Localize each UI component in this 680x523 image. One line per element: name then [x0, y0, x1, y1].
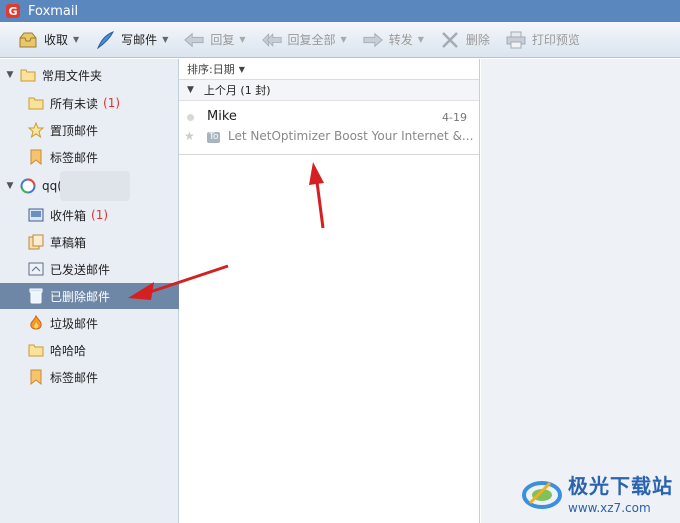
- folder-icon: [28, 342, 44, 358]
- star-icon: [28, 122, 44, 138]
- sidebar-item-inbox[interactable]: 收件箱 (1): [0, 202, 179, 228]
- forward-dropdown-icon[interactable]: ▼: [418, 35, 424, 44]
- reply-button[interactable]: 回复 ▼: [178, 26, 251, 54]
- folder-icon: [28, 95, 44, 111]
- sidebar-item-label: 收件箱: [50, 208, 87, 223]
- watermark-text: 极光下载站: [568, 474, 673, 498]
- delete-x-icon: [440, 31, 460, 49]
- printer-icon: [506, 31, 526, 49]
- mail-sender: Mike: [207, 109, 237, 124]
- unread-count-badge: (1): [103, 96, 121, 110]
- group-label: 上个月 (1 封): [203, 84, 271, 97]
- sidebar-item-spam[interactable]: 垃圾邮件: [0, 310, 179, 336]
- sidebar-item-label: 已发送邮件: [50, 262, 111, 277]
- common-folder-group[interactable]: ▼ 常用文件夹: [0, 62, 179, 88]
- title-bar: G Foxmail: [0, 0, 680, 22]
- bookmark-icon: [28, 149, 44, 165]
- feather-pen-icon: [95, 30, 115, 49]
- common-folder-label: 常用文件夹: [42, 68, 103, 83]
- compose-button[interactable]: 写邮件 ▼: [89, 26, 174, 54]
- trash-can-icon: [28, 288, 44, 304]
- collapse-triangle-icon[interactable]: ▼: [4, 181, 16, 191]
- watermark-url: www.xz7.com: [568, 501, 651, 515]
- folder-icon: [20, 67, 36, 83]
- toolbar: 收取 ▼ 写邮件 ▼ 回复 ▼ 回复全部 ▼ 转发 ▼ 删除 打印预览: [0, 22, 680, 58]
- reply-arrow-icon: [184, 31, 204, 49]
- read-status-dot-icon[interactable]: [187, 114, 194, 121]
- sort-dropdown[interactable]: 排序:日期 ▼: [179, 59, 479, 80]
- reply-all-arrow-icon: [261, 31, 282, 49]
- sidebar-item-hahaha[interactable]: 哈哈哈: [0, 337, 179, 363]
- sidebar-item-label: 哈哈哈: [50, 343, 87, 358]
- sidebar-item-label: 置顶邮件: [50, 123, 99, 138]
- reply-dropdown-icon[interactable]: ▼: [239, 35, 245, 44]
- sidebar-item-label: 标签邮件: [50, 150, 99, 165]
- preview-pane: [481, 59, 680, 523]
- receive-dropdown-icon[interactable]: ▼: [73, 35, 79, 44]
- reply-label: 回复: [210, 33, 235, 47]
- drafts-icon: [28, 234, 44, 250]
- compose-dropdown-icon[interactable]: ▼: [162, 35, 168, 44]
- forward-button[interactable]: 转发 ▼: [357, 26, 430, 54]
- sidebar-item-pinned[interactable]: 置顶邮件: [0, 117, 179, 143]
- qq-account-icon: [20, 178, 36, 194]
- star-icon[interactable]: ★: [184, 129, 195, 143]
- forward-label: 转发: [388, 33, 413, 47]
- reply-all-label: 回复全部: [287, 33, 336, 47]
- sent-icon: [28, 261, 44, 277]
- bookmark-icon: [28, 369, 44, 385]
- mail-list-pane: 排序:日期 ▼ ▼ 上个月 (1 封) Mike 4-19 ★ To Let N…: [179, 59, 480, 523]
- inbox-tray-icon: [18, 31, 38, 49]
- foxmail-logo-icon: G: [6, 4, 20, 18]
- app-title: Foxmail: [28, 3, 79, 19]
- sidebar-item-label: 所有未读: [50, 96, 99, 111]
- sidebar-item-account-tagged[interactable]: 标签邮件: [0, 364, 179, 390]
- sidebar-item-label: 已删除邮件: [50, 289, 111, 304]
- chevron-down-icon: ▼: [238, 64, 245, 74]
- sidebar-item-label: 标签邮件: [50, 370, 99, 385]
- sidebar-item-all-unread[interactable]: 所有未读 (1): [0, 90, 179, 116]
- watermark-logo-icon: [522, 480, 562, 509]
- date-group-header[interactable]: ▼ 上个月 (1 封): [179, 80, 479, 101]
- delete-label: 删除: [465, 33, 490, 47]
- print-preview-button[interactable]: 打印预览: [500, 26, 586, 54]
- sidebar-item-drafts[interactable]: 草稿箱: [0, 229, 179, 255]
- to-tag-badge: To: [207, 132, 221, 143]
- mail-subject: Let NetOptimizer Boost Your Internet &..…: [228, 129, 474, 143]
- folder-sidebar: ▼ 常用文件夹 所有未读 (1) 置顶邮件 标签邮件 ▼ qq(2 收件箱 (1…: [0, 59, 179, 523]
- reply-all-dropdown-icon[interactable]: ▼: [341, 35, 347, 44]
- print-preview-label: 打印预览: [531, 33, 580, 47]
- watermark: 极光下载站 www.xz7.com: [520, 470, 673, 515]
- sidebar-item-sent[interactable]: 已发送邮件: [0, 256, 179, 282]
- unread-count-badge: (1): [91, 208, 109, 222]
- sort-label: 排序:日期: [187, 63, 235, 76]
- list-item[interactable]: Mike 4-19 ★ To Let NetOptimizer Boost Yo…: [179, 101, 479, 155]
- collapse-triangle-icon[interactable]: ▼: [4, 70, 16, 80]
- delete-button[interactable]: 删除: [434, 26, 496, 54]
- sidebar-item-tagged[interactable]: 标签邮件: [0, 144, 179, 170]
- account-group[interactable]: ▼ qq(2: [0, 171, 179, 201]
- mail-date: 4-19: [442, 111, 467, 124]
- compose-label: 写邮件: [121, 33, 158, 47]
- sidebar-item-label: 垃圾邮件: [50, 316, 99, 331]
- inbox-icon: [28, 207, 44, 223]
- receive-button[interactable]: 收取 ▼: [12, 26, 85, 54]
- forward-arrow-icon: [363, 31, 383, 49]
- sidebar-item-label: 草稿箱: [50, 235, 87, 250]
- fire-icon: [28, 315, 44, 331]
- reply-all-button[interactable]: 回复全部 ▼: [256, 26, 353, 54]
- collapse-triangle-icon[interactable]: ▼: [187, 85, 194, 95]
- receive-label: 收取: [44, 33, 69, 47]
- redacted-account-block: [60, 171, 130, 201]
- sidebar-item-deleted[interactable]: 已删除邮件: [0, 283, 179, 309]
